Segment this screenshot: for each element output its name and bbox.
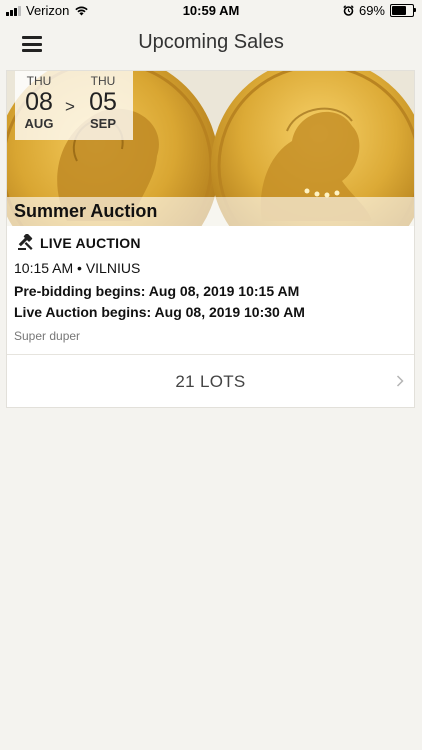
date-range: THU 08 AUG > THU 05 SEP xyxy=(15,71,133,140)
battery-percent: 69% xyxy=(358,3,385,18)
end-weekday: THU xyxy=(90,74,116,88)
battery-icon xyxy=(390,4,416,17)
start-month: AUG xyxy=(24,116,54,131)
page-title: Upcoming Sales xyxy=(138,31,284,53)
prebidding-begins: Pre-bidding begins: Aug 08, 2019 10:15 A… xyxy=(14,283,300,299)
end-day: 05 xyxy=(89,88,117,116)
alarm-icon xyxy=(343,5,354,16)
sale-banner: Summer Auction THU 08 AUG > THU 05 SEP xyxy=(7,71,414,226)
sale-type: LIVE AUCTION xyxy=(17,234,141,251)
battery-fill xyxy=(392,6,406,15)
date-separator: > xyxy=(65,97,75,116)
end-date: THU 05 SEP xyxy=(79,74,127,131)
sale-card[interactable]: Summer Auction THU 08 AUG > THU 05 SEP L… xyxy=(6,70,415,408)
status-right: 69% xyxy=(343,3,416,18)
start-date: THU 08 AUG xyxy=(15,74,63,131)
sale-description: Super duper xyxy=(14,329,81,343)
sale-time-location: 10:15 AM • VILNIUS xyxy=(14,260,141,276)
sale-type-label: LIVE AUCTION xyxy=(40,234,141,251)
end-month: SEP xyxy=(89,116,116,131)
status-bar: Verizon 10:59 AM 69% xyxy=(0,0,422,22)
lots-count: 21 LOTS xyxy=(175,372,246,391)
live-auction-begins: Live Auction begins: Aug 08, 2019 10:30 … xyxy=(14,304,305,320)
start-weekday: THU xyxy=(26,74,52,88)
nav-bar: Upcoming Sales xyxy=(0,22,422,66)
sale-title[interactable]: Summer Auction xyxy=(14,201,157,222)
chevron-right-icon xyxy=(396,375,404,387)
gavel-icon xyxy=(18,234,33,250)
lots-button[interactable]: 21 LOTS xyxy=(7,354,414,408)
start-day: 08 xyxy=(25,88,53,116)
